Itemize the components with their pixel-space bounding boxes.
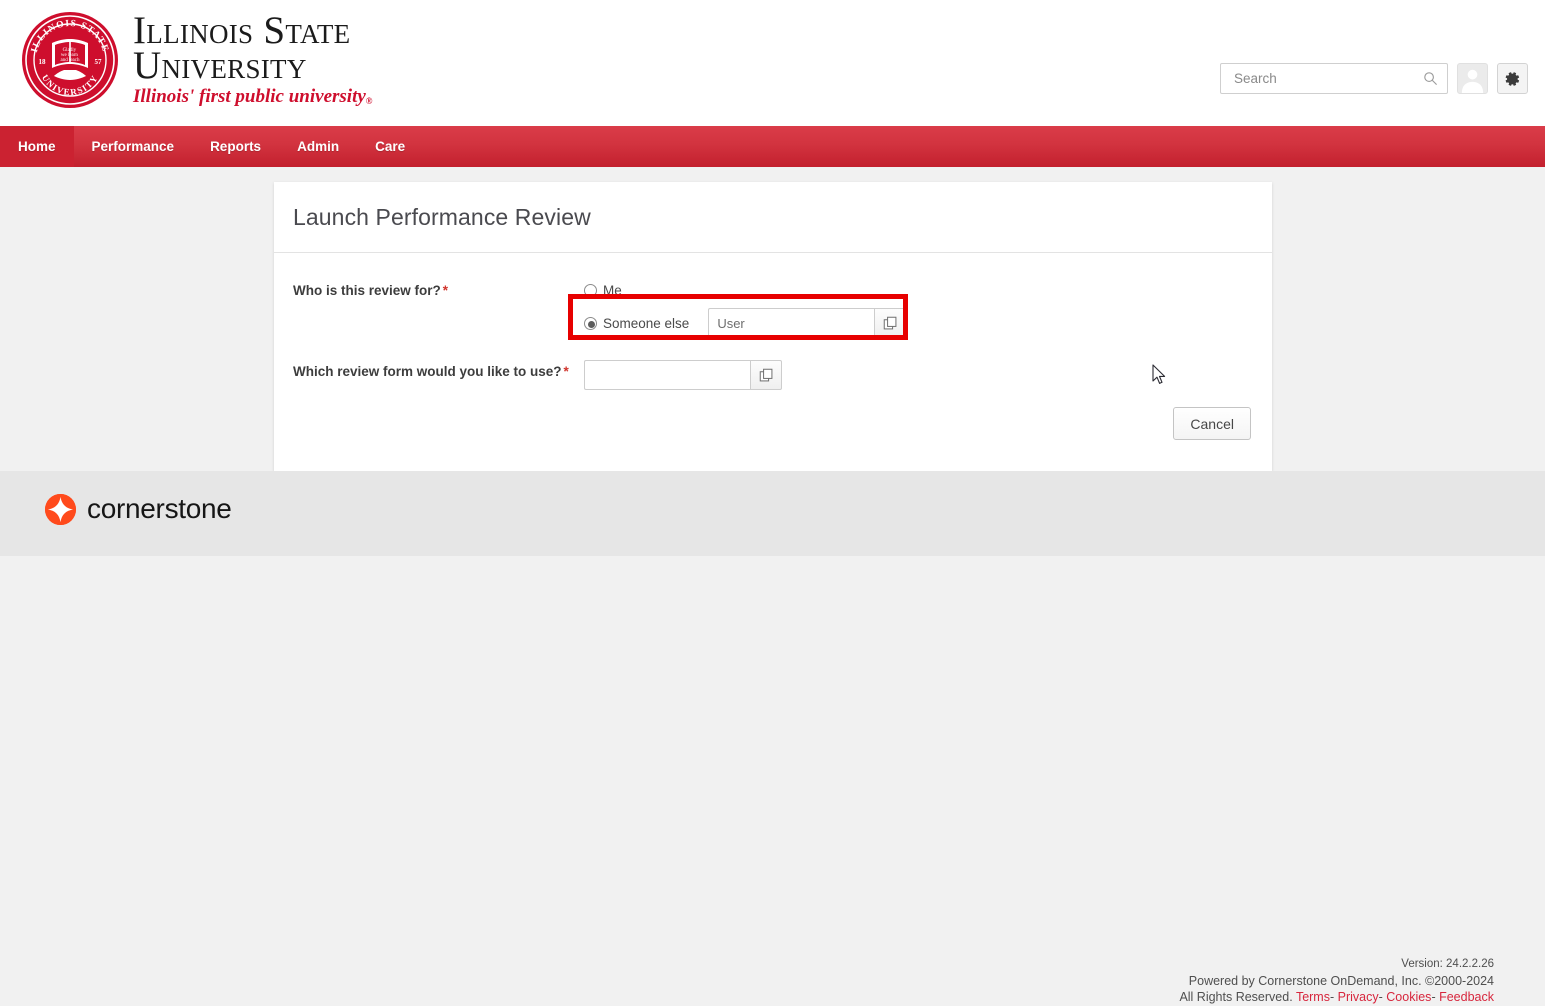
launch-performance-review-panel: Launch Performance Review Who is this re…: [274, 182, 1272, 471]
mouse-cursor: [1152, 364, 1166, 385]
nav-item-reports[interactable]: Reports: [192, 126, 279, 167]
footer-link-privacy[interactable]: Privacy: [1338, 990, 1379, 1004]
search-icon[interactable]: [1423, 71, 1438, 86]
nav-item-home[interactable]: Home: [0, 126, 74, 167]
launch-review-form: Who is this review for? * Me Someone else: [274, 253, 1272, 390]
panel-actions: Cancel: [1173, 407, 1251, 440]
svg-text:57: 57: [95, 58, 103, 66]
brand-line-2: University: [133, 44, 307, 87]
select-popup-icon-2[interactable]: [750, 360, 782, 390]
review-target-radio-group: Me Someone else: [584, 279, 1224, 338]
brand-tagline-text: Illinois' first public university: [133, 86, 366, 107]
brand-lockup: Gladly we learn and teach 18 57 ILLINOIS…: [20, 10, 373, 110]
nav-item-reports-label: Reports: [210, 139, 262, 154]
site-footer: cornerstone Version: 24.2.2.26 Powered b…: [0, 471, 1545, 1004]
brand-tagline: Illinois' first public university®: [133, 86, 373, 108]
illinois-state-seal-icon: Gladly we learn and teach 18 57 ILLINOIS…: [20, 10, 120, 110]
footer-sep-1: -: [1329, 990, 1335, 1004]
user-lookup: [708, 308, 907, 338]
review-form-lookup: [584, 360, 782, 390]
cornerstone-wordmark: cornerstone: [87, 493, 232, 524]
user-lookup-input[interactable]: [708, 308, 875, 338]
search-box[interactable]: [1220, 63, 1448, 94]
brand-registered-mark: ®: [365, 96, 373, 106]
page-title: Launch Performance Review: [293, 203, 591, 230]
search-input[interactable]: [1232, 65, 1417, 92]
panel-header: Launch Performance Review: [274, 182, 1272, 253]
required-asterisk-2: *: [563, 364, 569, 379]
nav-item-admin-label: Admin: [297, 139, 340, 154]
cornerstone-logo: cornerstone: [45, 493, 232, 525]
brand-line-1: Illinois State: [133, 9, 351, 52]
radio-someone-else-label: Someone else: [603, 315, 690, 331]
site-header: Gladly we learn and teach 18 57 ILLINOIS…: [0, 0, 1545, 126]
nav-item-performance[interactable]: Performance: [74, 126, 193, 167]
brand-wordmark: Illinois State University Illinois' firs…: [133, 9, 373, 108]
form-row-which-review-form: Which review form would you like to use?…: [274, 360, 1272, 390]
review-form-lookup-input[interactable]: [584, 360, 750, 390]
required-asterisk: *: [442, 283, 449, 298]
nav-item-care-label: Care: [375, 139, 406, 154]
radio-me-label: Me: [603, 282, 622, 298]
footer-sep-3: -: [1431, 990, 1436, 1004]
form-row-who-is-review-for: Who is this review for? * Me Someone else: [274, 279, 1272, 338]
nav-item-home-label: Home: [18, 139, 56, 154]
footer-link-feedback[interactable]: Feedback: [1439, 990, 1494, 1004]
label-who-is-review-for-text: Who is this review for?: [293, 283, 441, 298]
svg-text:18: 18: [39, 58, 47, 66]
nav-item-performance-label: Performance: [91, 139, 175, 154]
nav-item-admin[interactable]: Admin: [279, 126, 357, 167]
radio-someone-else-icon[interactable]: [584, 316, 597, 330]
main-navigation: Home Performance Reports Admin Care: [0, 126, 1545, 167]
cornerstone-star-icon: [45, 493, 76, 525]
gear-icon[interactable]: [1497, 63, 1528, 94]
footer-rights-text: All Rights Reserved.: [1179, 990, 1293, 1004]
footer-legal: Version: 24.2.2.26 Powered by Cornerston…: [1179, 956, 1494, 1006]
footer-sep-2: -: [1378, 990, 1383, 1004]
header-tools: [1220, 63, 1528, 94]
nav-item-care[interactable]: Care: [357, 126, 423, 167]
footer-powered-by: Powered by Cornerstone OnDemand, Inc. ©2…: [1188, 973, 1494, 988]
select-popup-icon[interactable]: [874, 308, 907, 338]
footer-rights-line: All Rights Reserved. Terms- Privacy- Coo…: [1179, 989, 1494, 1006]
cancel-button[interactable]: Cancel: [1173, 407, 1251, 440]
radio-option-someone-else[interactable]: Someone else: [584, 308, 1224, 338]
radio-option-me[interactable]: Me: [584, 279, 1224, 301]
footer-link-cookies[interactable]: Cookies: [1386, 990, 1431, 1004]
label-which-review-form: Which review form would you like to use?…: [293, 360, 584, 379]
footer-version: Version: 24.2.2.26: [1401, 958, 1494, 970]
label-who-is-review-for: Who is this review for? *: [293, 279, 584, 298]
svg-text:Gladly we learn: Gladly we learn and teach: [60, 48, 80, 63]
radio-me-icon[interactable]: [584, 283, 597, 297]
footer-link-terms[interactable]: Terms: [1296, 990, 1330, 1004]
user-avatar-icon[interactable]: [1457, 63, 1488, 94]
label-which-review-form-text: Which review form would you like to use?: [293, 364, 562, 379]
